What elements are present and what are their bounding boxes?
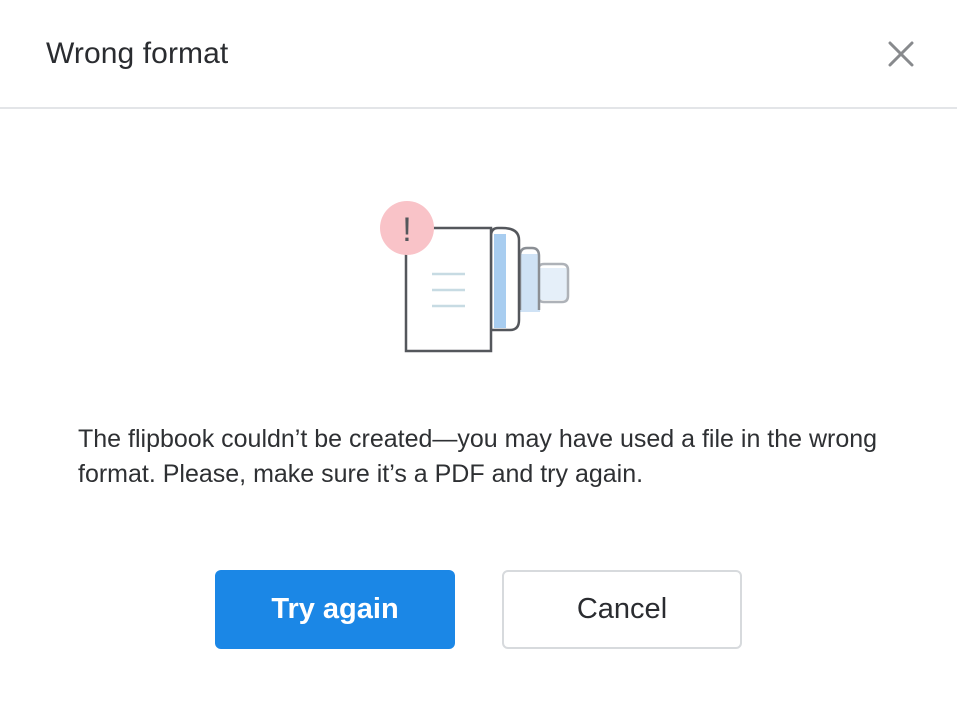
alert-mark: ! <box>402 211 411 249</box>
alert-badge-icon: ! <box>380 201 434 255</box>
try-again-button[interactable]: Try again <box>215 570 455 649</box>
cancel-button[interactable]: Cancel <box>502 570 742 649</box>
error-message: The flipbook couldn’t be created—you may… <box>78 425 878 488</box>
page-back-2 <box>518 246 541 312</box>
dialog-title: Wrong format <box>46 37 229 70</box>
wrong-format-dialog: Wrong format ! The flipbook couldn’t be … <box>0 0 957 728</box>
dialog-header: Wrong format <box>0 0 957 109</box>
page-back-3 <box>536 262 570 304</box>
flipbook-error-illustration: ! <box>380 201 570 353</box>
page-back-1 <box>489 226 521 332</box>
close-icon[interactable] <box>880 34 922 76</box>
